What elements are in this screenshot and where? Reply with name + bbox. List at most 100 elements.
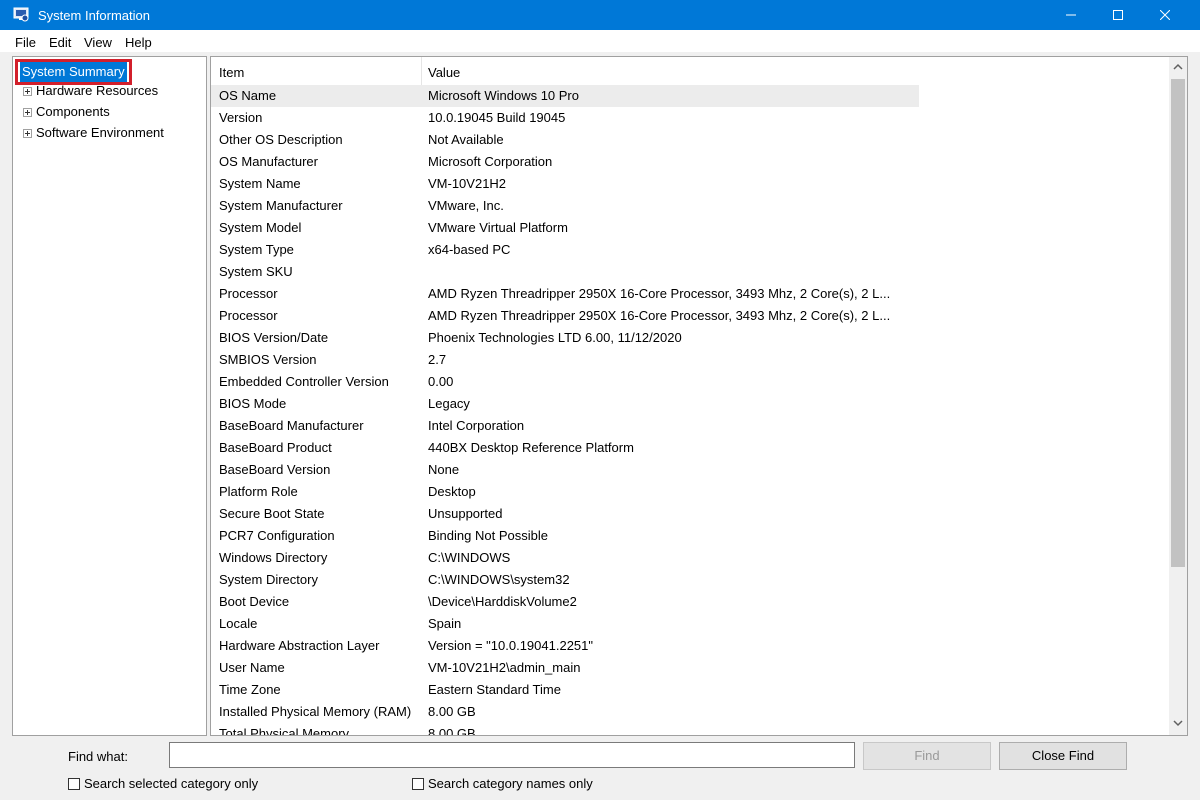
cell-value: Phoenix Technologies LTD 6.00, 11/12/202…: [428, 330, 682, 345]
menu-bar: File Edit View Help: [0, 30, 1200, 52]
table-row[interactable]: PCR7 Configuration Binding Not Possible: [211, 525, 919, 547]
table-row[interactable]: Processor AMD Ryzen Threadripper 2950X 16…: [211, 283, 919, 305]
table-row[interactable]: System Manufacturer VMware, Inc.: [211, 195, 919, 217]
cell-value: VM-10V21H2: [428, 176, 507, 191]
tree-item-hardware-resources[interactable]: Hardware Resources: [17, 81, 158, 101]
details-list[interactable]: Item Value OS Name Microsoft Windows 10 P…: [210, 56, 1188, 736]
column-divider[interactable]: [421, 57, 422, 87]
cell-item: OS Manufacturer: [219, 154, 318, 169]
cell-item: Version: [219, 110, 263, 125]
cell-item: System Manufacturer: [219, 198, 343, 213]
table-row[interactable]: Platform Role Desktop: [211, 481, 919, 503]
table-row[interactable]: BIOS Version/Date Phoenix Technologies LT…: [211, 327, 919, 349]
table-row[interactable]: System Name VM-10V21H2: [211, 173, 919, 195]
cell-item: Platform Role: [219, 484, 298, 499]
cell-value: 8.00 GB: [428, 726, 476, 736]
scroll-down-icon[interactable]: [1173, 719, 1183, 727]
cell-value: 0.00: [428, 374, 454, 389]
table-row[interactable]: System Type x64-based PC: [211, 239, 919, 261]
table-row[interactable]: Total Physical Memory 8.00 GB: [211, 723, 919, 736]
cell-value: AMD Ryzen Threadripper 2950X 16-Core Pro…: [428, 286, 891, 301]
menu-edit[interactable]: Edit: [49, 35, 71, 50]
scroll-thumb[interactable]: [1171, 79, 1185, 567]
table-row[interactable]: Hardware Abstraction Layer Version = "10.…: [211, 635, 919, 657]
cell-item: System Directory: [219, 572, 318, 587]
cell-item: System SKU: [219, 264, 293, 279]
cell-value: x64-based PC: [428, 242, 511, 257]
table-row[interactable]: System Directory C:\WINDOWS\system32: [211, 569, 919, 591]
cell-item: System Type: [219, 242, 294, 257]
expand-icon[interactable]: [23, 87, 32, 97]
table-row[interactable]: SMBIOS Version 2.7: [211, 349, 919, 371]
minimize-button[interactable]: [1048, 0, 1094, 30]
cell-item: BIOS Version/Date: [219, 330, 329, 345]
table-row[interactable]: OS Manufacturer Microsoft Corporation: [211, 151, 919, 173]
cell-value: Not Available: [428, 132, 504, 147]
checkbox-icon[interactable]: [412, 778, 424, 790]
table-row[interactable]: Time Zone Eastern Standard Time: [211, 679, 919, 701]
category-tree[interactable]: System Summary Hardware Resources Compon…: [12, 56, 207, 736]
checkbox-label: Search selected category only: [84, 776, 259, 791]
expand-icon[interactable]: [23, 108, 32, 118]
checkbox-icon[interactable]: [68, 778, 80, 790]
scroll-up-icon[interactable]: [1173, 63, 1183, 71]
search-selected-category-checkbox[interactable]: Search selected category only: [68, 776, 258, 791]
column-header-item[interactable]: Item: [219, 65, 244, 80]
table-row[interactable]: System Model VMware Virtual Platform: [211, 217, 919, 239]
find-what-label: Find what:: [68, 749, 128, 764]
cell-item: Time Zone: [219, 682, 281, 697]
cell-item: Windows Directory: [219, 550, 328, 565]
column-header-value[interactable]: Value: [428, 65, 460, 80]
menu-help[interactable]: Help: [125, 35, 152, 50]
list-rows: OS Name Microsoft Windows 10 Pro Version 10…: [211, 85, 1171, 736]
tree-item-components[interactable]: Components: [17, 102, 110, 122]
expand-icon[interactable]: [23, 129, 32, 139]
cell-value: Legacy: [428, 396, 470, 411]
table-row[interactable]: Version 10.0.19045 Build 19045: [211, 107, 919, 129]
table-row[interactable]: Secure Boot State Unsupported: [211, 503, 919, 525]
menu-view[interactable]: View: [84, 35, 112, 50]
table-row[interactable]: OS Name Microsoft Windows 10 Pro: [211, 85, 919, 107]
table-row[interactable]: BIOS Mode Legacy: [211, 393, 919, 415]
table-row[interactable]: Windows Directory C:\WINDOWS: [211, 547, 919, 569]
cell-item: Secure Boot State: [219, 506, 325, 521]
table-row[interactable]: Processor AMD Ryzen Threadripper 2950X 16…: [211, 305, 919, 327]
cell-item: BaseBoard Version: [219, 462, 331, 477]
search-category-names-checkbox[interactable]: Search category names only: [412, 776, 593, 791]
find-what-input[interactable]: [169, 742, 855, 768]
table-row[interactable]: Boot Device \Device\HarddiskVolume2: [211, 591, 919, 613]
table-row[interactable]: BaseBoard Manufacturer Intel Corporation: [211, 415, 919, 437]
cell-item: BIOS Mode: [219, 396, 287, 411]
close-find-button[interactable]: Close Find: [999, 742, 1127, 770]
find-button[interactable]: Find: [863, 742, 991, 770]
vertical-scrollbar[interactable]: [1169, 57, 1187, 735]
close-button[interactable]: [1142, 0, 1188, 30]
cell-item: Hardware Abstraction Layer: [219, 638, 380, 653]
table-row[interactable]: BaseBoard Product 440BX Desktop Reference…: [211, 437, 919, 459]
tree-item-label: Components: [36, 104, 110, 119]
table-row[interactable]: Other OS Description Not Available: [211, 129, 919, 151]
table-row[interactable]: Installed Physical Memory (RAM) 8.00 GB: [211, 701, 919, 723]
cell-item: BaseBoard Manufacturer: [219, 418, 364, 433]
table-row[interactable]: BaseBoard Version None: [211, 459, 919, 481]
cell-item: Processor: [219, 308, 278, 323]
table-row[interactable]: Embedded Controller Version 0.00: [211, 371, 919, 393]
menu-file[interactable]: File: [15, 35, 36, 50]
table-row[interactable]: Locale Spain: [211, 613, 919, 635]
cell-item: OS Name: [219, 88, 277, 103]
tree-item-software-environment[interactable]: Software Environment: [17, 123, 164, 143]
cell-item: Total Physical Memory: [219, 726, 350, 736]
cell-value: None: [428, 462, 460, 477]
cell-item: Other OS Description: [219, 132, 343, 147]
cell-value: \Device\HarddiskVolume2: [428, 594, 577, 609]
cell-item: Installed Physical Memory (RAM): [219, 704, 412, 719]
table-row[interactable]: User Name VM-10V21H2\admin_main: [211, 657, 919, 679]
tree-item-label: Software Environment: [36, 125, 164, 140]
minimize-icon: [1066, 14, 1076, 16]
cell-value: Microsoft Corporation: [428, 154, 553, 169]
maximize-icon: [1113, 10, 1123, 20]
maximize-button[interactable]: [1095, 0, 1141, 30]
cell-value: Intel Corporation: [428, 418, 525, 433]
table-row[interactable]: System SKU: [211, 261, 919, 283]
cell-value: AMD Ryzen Threadripper 2950X 16-Core Pro…: [428, 308, 891, 323]
